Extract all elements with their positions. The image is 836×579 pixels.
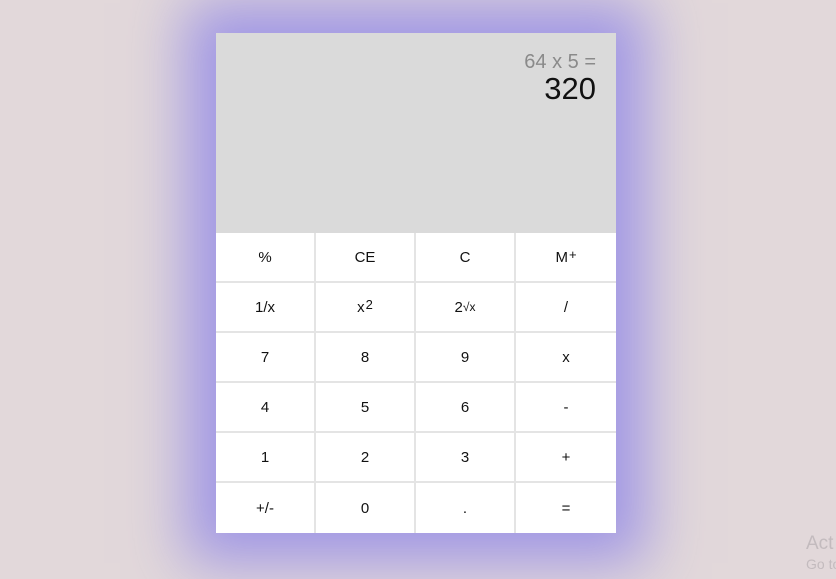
key-label: 2	[454, 298, 463, 316]
digit-5-button[interactable]: 5	[316, 383, 416, 433]
key-label: 1/x	[254, 298, 275, 316]
calculator: 64 x 5 = 320 % CE C M + 1/x x2 2 √x / 7 8 …	[216, 33, 616, 533]
key-superscript: 2	[365, 296, 373, 312]
square-button[interactable]: x2	[316, 283, 416, 333]
negate-button[interactable]: +/-	[216, 483, 316, 533]
digit-9-button[interactable]: 9	[416, 333, 516, 383]
square-root-button[interactable]: 2 √x	[416, 283, 516, 333]
key-label: %	[258, 248, 272, 266]
key-label: 1	[260, 448, 270, 466]
key-label: 5	[360, 398, 370, 416]
key-label: 4	[260, 398, 270, 416]
key-label: M	[555, 248, 568, 266]
key-label: /	[563, 298, 569, 316]
key-label: 8	[360, 348, 370, 366]
digit-0-button[interactable]: 0	[316, 483, 416, 533]
divide-button[interactable]: /	[516, 283, 616, 333]
digit-8-button[interactable]: 8	[316, 333, 416, 383]
reciprocal-button[interactable]: 1/x	[216, 283, 316, 333]
digit-1-button[interactable]: 1	[216, 433, 316, 483]
key-label: 7	[260, 348, 270, 366]
keypad: % CE C M + 1/x x2 2 √x / 7 8 9 x 4 5 6 - 1…	[216, 233, 616, 533]
watermark-title: Act	[806, 533, 834, 554]
key-label: 9	[460, 348, 470, 366]
add-button[interactable]: +	[516, 433, 616, 483]
clear-button[interactable]: C	[416, 233, 516, 283]
key-label: -	[563, 398, 569, 416]
digit-6-button[interactable]: 6	[416, 383, 516, 433]
key-label: 6	[460, 398, 470, 416]
digit-7-button[interactable]: 7	[216, 333, 316, 383]
percent-button[interactable]: %	[216, 233, 316, 283]
key-label: 3	[460, 448, 470, 466]
activation-watermark: Act Go to	[806, 533, 836, 573]
clear-entry-button[interactable]: CE	[316, 233, 416, 283]
display-panel: 64 x 5 = 320	[216, 33, 616, 233]
key-label: x	[357, 298, 365, 316]
key-label: CE	[354, 248, 376, 266]
key-label: C	[459, 248, 471, 266]
key-label: =	[561, 499, 571, 517]
decimal-point-button[interactable]: .	[416, 483, 516, 533]
memory-add-button[interactable]: M +	[516, 233, 616, 283]
multiply-button[interactable]: x	[516, 333, 616, 383]
key-superscript: +	[568, 246, 577, 262]
key-label: 0	[360, 499, 370, 517]
result-text: 320	[544, 71, 596, 106]
key-label: 2	[360, 448, 370, 466]
watermark-subtitle: Go to	[806, 556, 836, 572]
key-label: x	[562, 348, 570, 366]
digit-4-button[interactable]: 4	[216, 383, 316, 433]
subtract-button[interactable]: -	[516, 383, 616, 433]
sqrt-symbol: √x	[462, 300, 476, 314]
digit-2-button[interactable]: 2	[316, 433, 416, 483]
equals-button[interactable]: =	[516, 483, 616, 533]
digit-3-button[interactable]: 3	[416, 433, 516, 483]
key-label: .	[462, 499, 468, 517]
key-label: +	[561, 448, 571, 466]
key-label: +/-	[256, 499, 274, 517]
